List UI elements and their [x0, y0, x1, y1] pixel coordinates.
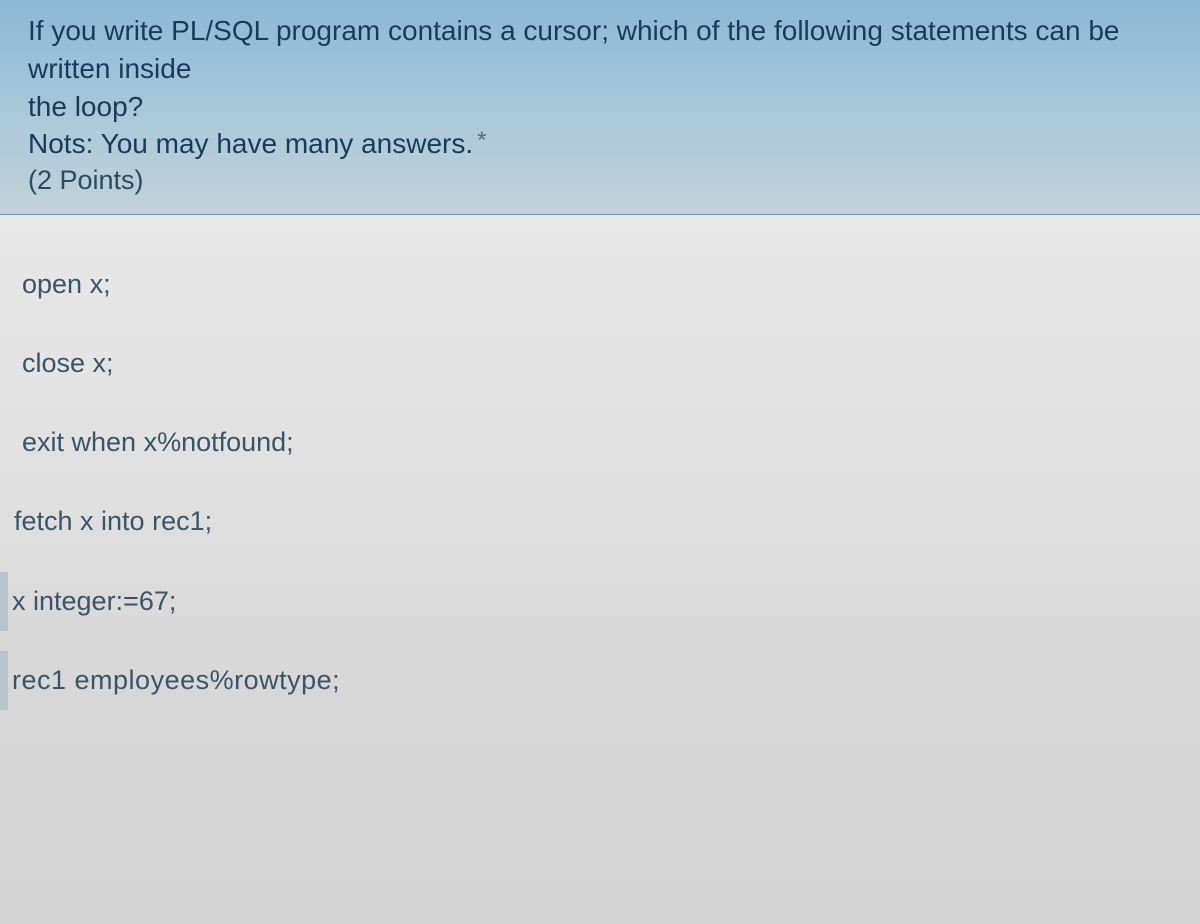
- option-integer[interactable]: x integer:=67;: [0, 572, 1200, 631]
- options-area: open x; close x; exit when x%notfound; f…: [0, 215, 1200, 924]
- option-rowtype-text: rec1 employees%rowtype;: [12, 665, 340, 695]
- question-header: If you write PL/SQL program contains a c…: [0, 0, 1200, 215]
- option-rowtype[interactable]: rec1 employees%rowtype;: [0, 651, 1200, 710]
- option-fetch[interactable]: fetch x into rec1;: [0, 492, 1200, 551]
- question-note-text: Nots: You may have many answers.: [28, 128, 473, 159]
- question-line-1: If you write PL/SQL program contains a c…: [28, 12, 1172, 88]
- question-note: Nots: You may have many answers.*: [28, 125, 1172, 163]
- question-points: (2 Points): [28, 165, 1172, 196]
- option-exit-when[interactable]: exit when x%notfound;: [0, 413, 1200, 472]
- option-close[interactable]: close x;: [0, 334, 1200, 393]
- question-line-2: the loop?: [28, 88, 1172, 126]
- required-asterisk-icon: *: [477, 127, 486, 154]
- option-open[interactable]: open x;: [0, 255, 1200, 314]
